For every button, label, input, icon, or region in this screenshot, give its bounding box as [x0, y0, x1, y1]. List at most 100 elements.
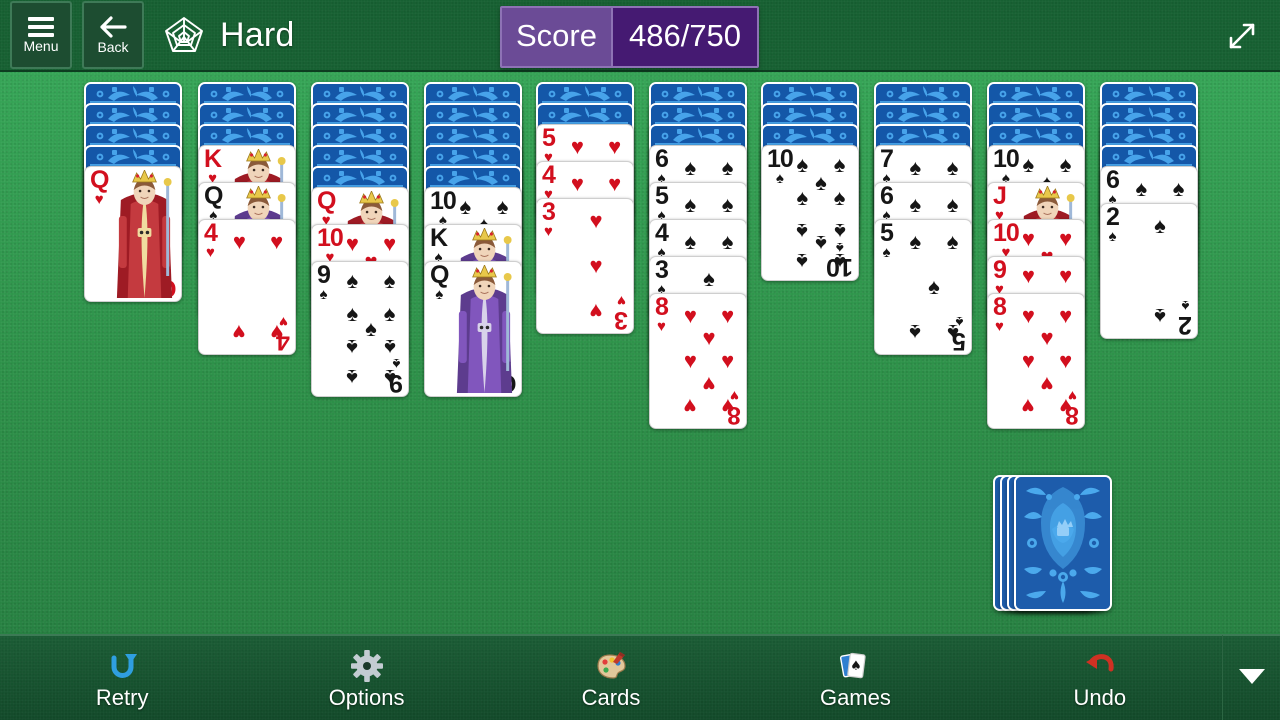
card-rank: 9 — [317, 261, 331, 289]
card-rank: 10 — [317, 224, 344, 252]
fullscreen-button[interactable] — [1220, 14, 1264, 58]
card-corner-top: 3 ♥ — [542, 198, 556, 240]
card-3-hearts[interactable]: 3 ♥ 3 ♥ ♥ ♥ ♥ — [536, 198, 634, 334]
tableau-column-8[interactable]: 7♠7♠♠♠♠♠♠♠♠6♠6♠♠♠♠♠♠♠5♠5♠♠♠♠♠♠ — [874, 82, 972, 355]
card-rank: 10 — [430, 187, 457, 215]
card-corner-top: 5 ♠ — [655, 184, 669, 224]
card-corner-top: K ♠ — [430, 224, 448, 266]
undo-arrow-icon — [1082, 648, 1118, 684]
card-corner-top: 8 ♥ — [993, 293, 1007, 335]
game-table[interactable]: Q♥Q♥K♥K♥Q♠Q♠4♥4♥♥♥♥♥Q♥Q♥10♥10♥♥♥♥♥♥♥♥♥♥♥… — [0, 72, 1280, 634]
card-corner-top: 10 ♥ — [317, 224, 344, 266]
spider-web-icon — [162, 13, 206, 57]
card-rank: Q — [204, 182, 223, 210]
card-corner-top: 4 ♥ — [542, 161, 556, 203]
card-rank: Q — [90, 166, 109, 194]
score-value: 486/750 — [610, 8, 758, 66]
card-rank: 9 — [993, 256, 1007, 284]
card-rank: 10 — [993, 219, 1020, 247]
tableau-column-7[interactable]: 10 ♠ 10 ♠ ♠ ♠ ♠ ♠ ♠ ♠ ♠ ♠ ♠ ♠ — [761, 82, 859, 281]
cards-label: Cards — [581, 684, 641, 710]
card-corner-top: 4 ♠ — [655, 219, 669, 261]
card-corner-top: 10 ♠ — [767, 145, 794, 187]
card-pips: ♥♥♥♥ — [232, 228, 284, 346]
card-corner-top: 3 ♠ — [655, 256, 669, 298]
card-suit: ♥ — [995, 318, 1004, 335]
card-suit: ♠ — [882, 244, 891, 261]
card-rank: 5 — [542, 124, 556, 152]
retry-circular-arrow-icon — [104, 648, 140, 684]
retry-button[interactable]: Retry — [0, 635, 244, 720]
menu-button[interactable]: Menu — [10, 1, 72, 69]
card-pips: ♠♠♠♠♠ — [909, 228, 959, 346]
menu-button-label: Menu — [23, 38, 59, 54]
tableau-column-9[interactable]: 10♠10♠♠♠♠♠♠♠♠♠♠♠J♥J♥10♥10♥♥♥♥♥♥♥♥♥♥♥9♥9♥… — [987, 82, 1085, 429]
card-8-hearts[interactable]: 8 ♥ 8 ♥ ♥ ♥ ♥ ♥ ♥ ♥ ♥ ♥ — [649, 293, 747, 429]
page-title: Hard — [220, 15, 295, 54]
toolbar-expand-button[interactable] — [1222, 635, 1280, 720]
card-rank: 6 — [1106, 166, 1120, 194]
card-rank: 8 — [655, 293, 669, 321]
card-rank: 3 — [542, 198, 556, 226]
card-corner-top: Q ♥ — [317, 187, 336, 229]
svg-text:♠: ♠ — [851, 659, 863, 674]
card-suit: ♠ — [435, 286, 444, 303]
games-label: Games — [819, 684, 891, 710]
cards-button[interactable]: Cards — [489, 635, 733, 720]
card-rank: 10 — [767, 145, 794, 173]
options-button[interactable]: Options — [244, 635, 488, 720]
tableau-column-1[interactable]: Q♥Q♥ — [84, 82, 182, 302]
card-corner-top: J ♥ — [993, 182, 1007, 224]
tableau-column-2[interactable]: K♥K♥Q♠Q♠4♥4♥♥♥♥♥ — [198, 82, 296, 355]
card-corner-top: 6 ♠ — [880, 182, 894, 224]
card-corner-top: 2 ♠ — [1106, 205, 1120, 245]
stock-card[interactable] — [1014, 475, 1112, 611]
stock-pile[interactable] — [993, 475, 1113, 615]
card-rank: K — [430, 224, 448, 252]
options-label: Options — [328, 684, 405, 710]
card-suit: ♥ — [94, 191, 104, 208]
tableau-column-6[interactable]: 6♠6♠♠♠♠♠♠♠5♠5♠♠♠♠♠♠4♠4♠♠♠♠♠3♠3♠♠♠♠8♥8♥♥♥… — [649, 82, 747, 429]
card-corner-top: 6 ♠ — [1106, 166, 1120, 208]
tableau-column-3[interactable]: Q♥Q♥10♥10♥♥♥♥♥♥♥♥♥♥♥9♠9♠♠♠♠♠♠♠♠♠♠ — [311, 82, 409, 397]
card-suit: ♠ — [1108, 228, 1117, 245]
card-2-spades[interactable]: 2 ♠ 2 ♠ ♠ ♠ — [1100, 203, 1198, 339]
back-button[interactable]: Back — [82, 1, 144, 69]
games-button[interactable]: ♠ Games — [733, 635, 977, 720]
chevron-down-icon — [1237, 666, 1267, 691]
palette-icon — [593, 648, 629, 684]
card-corner-top: 9 ♥ — [993, 256, 1007, 298]
card-rank: Q — [317, 187, 336, 215]
card-4-hearts[interactable]: 4♥4♥♥♥♥♥ — [198, 219, 296, 355]
court-card-art — [451, 264, 518, 393]
card-rank: Q — [430, 261, 449, 289]
card-suit: ♠ — [319, 286, 328, 303]
card-8-hearts[interactable]: 8 ♥ 8 ♥ ♥ ♥ ♥ ♥ ♥ ♥ ♥ ♥ — [987, 293, 1085, 429]
card-rank: 4 — [542, 161, 556, 189]
card-rank: 8 — [993, 293, 1007, 321]
card-rank: 5 — [880, 219, 894, 247]
hamburger-icon — [28, 17, 54, 37]
card-Q-hearts[interactable]: Q♥Q♥ — [84, 166, 182, 302]
card-9-spades[interactable]: 9 ♠ 9 ♠ ♠ ♠ ♠ ♠ ♠ ♠ ♠ ♠ ♠ — [311, 261, 409, 397]
card-Q-spades[interactable]: Q♠Q♠ — [424, 261, 522, 397]
tableau-column-5[interactable]: 5♥5♥♥♥♥♥♥4♥4♥♥♥♥♥3♥3♥♥♥♥ — [536, 82, 634, 334]
undo-label: Undo — [1073, 684, 1127, 710]
card-10-spades[interactable]: 10♠10♠♠♠♠♠♠♠♠♠♠♠ — [761, 145, 859, 281]
card-suit: ♠ — [775, 170, 784, 187]
card-rank: J — [993, 182, 1007, 210]
card-rank: 7 — [880, 145, 894, 173]
tableau-column-4[interactable]: 10♠10♠♠♠♠♠♠♠♠♠♠♠K♠K♠Q♠Q♠ — [424, 82, 522, 397]
tableau-column-10[interactable]: 6♠6♠♠♠♠♠♠♠2♠2♠♠♠ — [1100, 82, 1198, 339]
card-5-spades[interactable]: 5♠5♠♠♠♠♠♠ — [874, 219, 972, 355]
card-corner-top: 4 ♥ — [204, 221, 218, 261]
court-card-art — [111, 169, 178, 298]
card-rank: 6 — [655, 145, 669, 173]
card-rank: 3 — [655, 256, 669, 284]
card-corner-top: Q ♠ — [204, 182, 223, 224]
card-rank: 6 — [880, 182, 894, 210]
undo-button[interactable]: Undo — [978, 635, 1222, 720]
card-rank: 4 — [655, 219, 669, 247]
back-arrow-icon — [99, 16, 127, 38]
card-rank: K — [204, 145, 222, 173]
